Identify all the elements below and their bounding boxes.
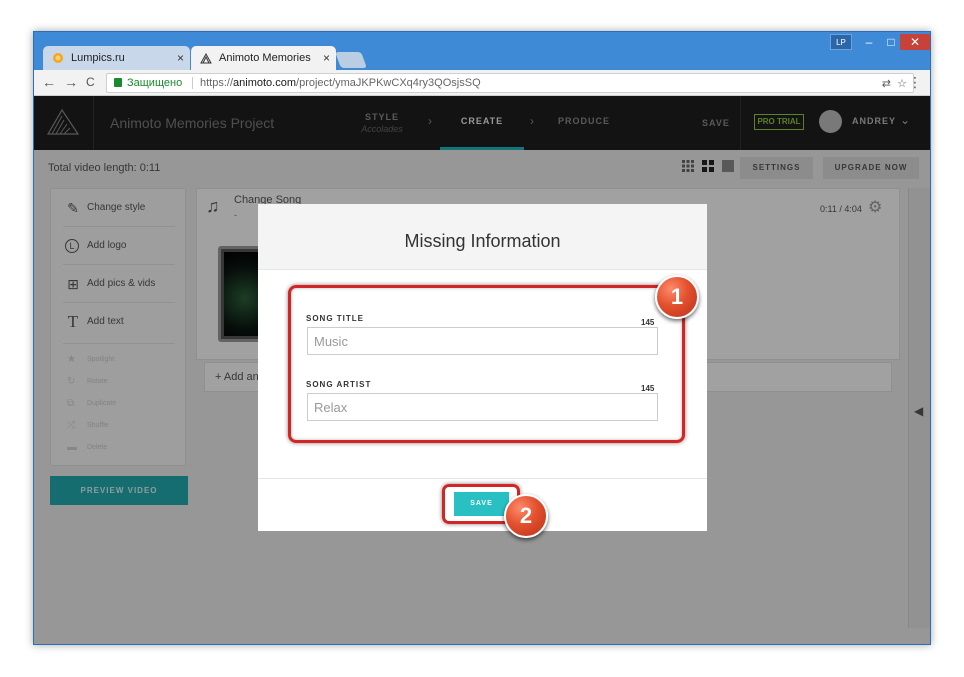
tab-label: Animoto Memories (219, 52, 311, 64)
profile-badge[interactable]: LP (830, 34, 852, 50)
secure-label: Защищено (127, 77, 183, 89)
tab-label: Lumpics.ru (71, 52, 125, 64)
step-badge-2: 2 (504, 494, 548, 538)
close-tab-icon[interactable]: × (177, 46, 184, 70)
minimize-button[interactable]: – (858, 34, 880, 50)
back-button[interactable]: ← (42, 74, 56, 90)
maximize-button[interactable]: □ (880, 34, 902, 50)
new-tab-button[interactable] (335, 52, 367, 68)
step-badge-1: 1 (655, 275, 699, 319)
close-window-button[interactable]: ✕ (900, 34, 930, 50)
address-bar: ← → C Защищено https://animoto.com/proje… (34, 70, 930, 96)
modal-save-button[interactable]: SAVE (454, 492, 509, 516)
reload-button[interactable]: C (86, 75, 95, 89)
modal-header: Missing Information (258, 204, 707, 270)
animoto-icon (200, 52, 212, 64)
star-icon[interactable]: ☆ (897, 75, 907, 93)
tab-lumpics[interactable]: Lumpics.ru × (43, 46, 190, 70)
highlight-fields-box (288, 285, 685, 443)
close-tab-icon[interactable]: × (323, 46, 330, 70)
modal-title: Missing Information (404, 231, 561, 251)
title-bar: Lumpics.ru × Animoto Memories × LP – □ ✕ (34, 32, 930, 70)
url-input[interactable]: Защищено https://animoto.com/project/yma… (106, 73, 914, 93)
sun-icon (53, 53, 63, 63)
tab-animoto[interactable]: Animoto Memories × (191, 46, 336, 70)
url-text: https://animoto.com/project/ymaJKPKwCXq4… (200, 77, 481, 89)
lock-icon (114, 78, 122, 87)
translate-icon[interactable]: ⇄ (882, 75, 891, 93)
separator (192, 77, 193, 89)
forward-button[interactable]: → (64, 74, 78, 90)
browser-menu-icon[interactable]: ⋮ (908, 74, 922, 91)
